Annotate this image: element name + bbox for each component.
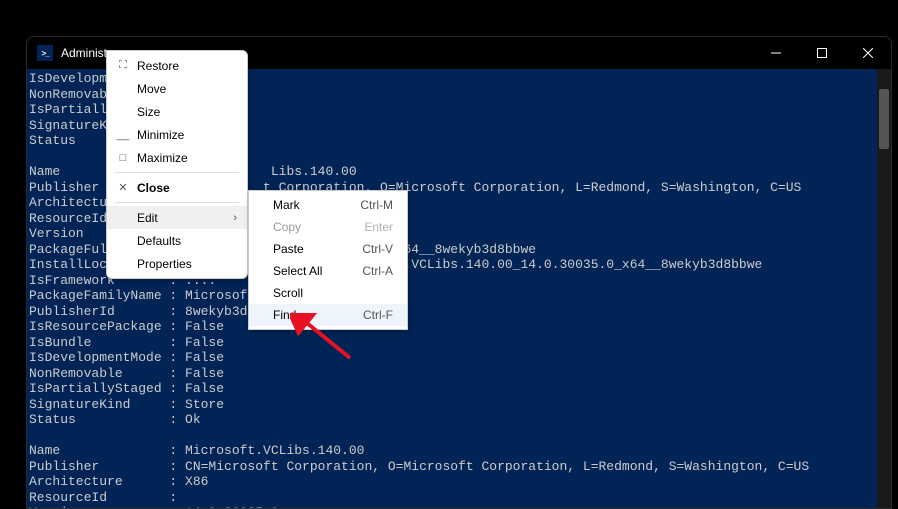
menu-maximize[interactable]: □ Maximize <box>107 146 247 169</box>
menu-size[interactable]: Size <box>107 100 247 123</box>
close-button[interactable] <box>845 37 891 69</box>
restore-icon: ⛶ <box>113 59 133 72</box>
menu-label: Close <box>133 181 237 195</box>
accelerator: Ctrl-V <box>362 242 393 256</box>
submenu-label: Copy <box>273 220 364 234</box>
submenu-label: Scroll <box>273 286 393 300</box>
submenu-find[interactable]: Find... Ctrl-F <box>249 304 407 326</box>
accelerator: Ctrl-F <box>363 308 393 322</box>
menu-defaults[interactable]: Defaults <box>107 229 247 252</box>
menu-edit[interactable]: Edit › <box>107 206 247 229</box>
submenu-label: Paste <box>273 242 362 256</box>
maximize-icon: □ <box>113 152 133 164</box>
menu-separator <box>115 202 239 203</box>
chevron-right-icon: › <box>233 212 237 224</box>
maximize-button[interactable] <box>799 37 845 69</box>
close-icon: ✕ <box>113 181 133 194</box>
menu-label: Edit <box>133 211 233 225</box>
menu-properties[interactable]: Properties <box>107 252 247 275</box>
menu-restore[interactable]: ⛶ Restore <box>107 54 247 77</box>
submenu-mark[interactable]: Mark Ctrl-M <box>249 194 407 216</box>
accelerator: Enter <box>364 220 393 234</box>
system-context-menu: ⛶ Restore Move Size __ Minimize □ Maximi… <box>106 50 248 279</box>
menu-label: Defaults <box>133 234 237 248</box>
menu-label: Restore <box>133 59 237 73</box>
accelerator: Ctrl-M <box>360 198 393 212</box>
edit-submenu: Mark Ctrl-M Copy Enter Paste Ctrl-V Sele… <box>248 190 408 330</box>
app-icon[interactable] <box>37 45 53 61</box>
submenu-copy: Copy Enter <box>249 216 407 238</box>
menu-label: Size <box>133 105 237 119</box>
submenu-paste[interactable]: Paste Ctrl-V <box>249 238 407 260</box>
minimize-icon: __ <box>113 129 133 141</box>
minimize-button[interactable] <box>753 37 799 69</box>
menu-minimize[interactable]: __ Minimize <box>107 123 247 146</box>
submenu-label: Find... <box>273 308 363 322</box>
scroll-thumb[interactable] <box>879 89 889 149</box>
menu-separator <box>115 172 239 173</box>
submenu-select-all[interactable]: Select All Ctrl-A <box>249 260 407 282</box>
submenu-scroll[interactable]: Scroll <box>249 282 407 304</box>
window-title: Administr <box>61 46 111 60</box>
scrollbar[interactable] <box>877 69 891 508</box>
menu-label: Properties <box>133 257 237 271</box>
menu-label: Maximize <box>133 151 237 165</box>
menu-move[interactable]: Move <box>107 77 247 100</box>
menu-close[interactable]: ✕ Close <box>107 176 247 199</box>
submenu-label: Select All <box>273 264 362 278</box>
submenu-label: Mark <box>273 198 360 212</box>
menu-label: Move <box>133 82 237 96</box>
menu-label: Minimize <box>133 128 237 142</box>
accelerator: Ctrl-A <box>362 264 393 278</box>
